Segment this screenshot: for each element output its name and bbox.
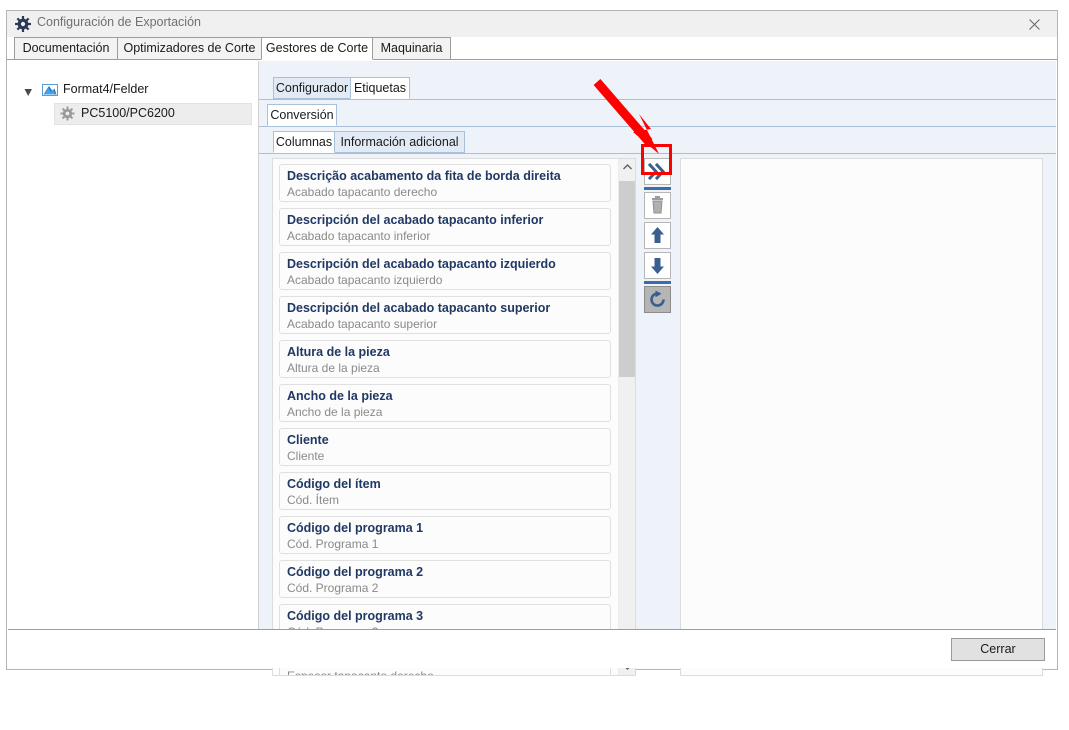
reset-button[interactable] xyxy=(644,286,671,313)
list-item-subtitle: Acabado tapacanto superior xyxy=(287,317,438,331)
list-item-title: Cliente xyxy=(287,433,329,447)
list-item-subtitle: Acabado tapacanto inferior xyxy=(287,229,431,243)
tab-label: Conversión xyxy=(270,108,334,122)
list-item[interactable]: Altura de la pieza Altura de la pieza xyxy=(279,340,611,378)
window-titlebar: Configuración de Exportación xyxy=(7,11,1057,37)
toolbar-separator xyxy=(644,187,671,190)
list-item-title: Descripción del acabado tapacanto izquie… xyxy=(287,257,556,271)
list-item-subtitle: Cliente xyxy=(287,449,325,463)
tree-item-pc5100-pc6200[interactable]: PC5100/PC6200 xyxy=(8,103,258,125)
delete-button[interactable] xyxy=(644,192,671,219)
level2-tab-strip: Conversión xyxy=(259,104,1056,126)
columns-panel: Descrição acabamento da fita de borda di… xyxy=(259,154,1056,676)
level1-tab-strip: Configurador Etiquetas xyxy=(259,77,1056,99)
list-item-title: Descrição acabamento da fita de borda di… xyxy=(287,169,561,183)
list-item-title: Código del programa 3 xyxy=(287,609,424,623)
window-title: Configuración de Exportación xyxy=(37,15,201,29)
level1-separator xyxy=(259,99,1056,100)
list-item-title: Descripción del acabado tapacanto superi… xyxy=(287,301,551,315)
move-down-button[interactable] xyxy=(644,252,671,279)
tab-etiquetas[interactable]: Etiquetas xyxy=(350,77,410,99)
selected-columns-list[interactable] xyxy=(680,158,1043,676)
available-columns-list[interactable]: Descrição acabamento da fita de borda di… xyxy=(272,158,636,676)
list-item-title: Ancho de la pieza xyxy=(287,389,393,403)
close-button[interactable]: Cerrar xyxy=(951,638,1045,661)
list-item[interactable]: Código del programa 1 Cód. Programa 1 xyxy=(279,516,611,554)
list-item[interactable]: Ancho de la pieza Ancho de la pieza xyxy=(279,384,611,422)
list-item-subtitle: Acabado tapacanto derecho xyxy=(287,185,438,199)
tab-label: Documentación xyxy=(22,41,110,55)
move-up-button[interactable] xyxy=(644,222,671,249)
gear-icon xyxy=(60,106,75,124)
chevron-expanded-icon[interactable] xyxy=(24,86,33,100)
content-area: Format4/Felder PC5100/PC6200 Configurado… xyxy=(7,59,1057,676)
list-item[interactable]: Descripción del acabado tapacanto superi… xyxy=(279,296,611,334)
level2-separator xyxy=(259,126,1056,127)
list-item-subtitle: Cód. Ítem xyxy=(287,493,340,507)
list-item[interactable]: Código del programa 2 Cód. Programa 2 xyxy=(279,560,611,598)
scrollbar-thumb[interactable] xyxy=(619,181,635,377)
level3-tab-strip: Columnas Información adicional xyxy=(259,131,1056,153)
toolbar-separator xyxy=(644,281,671,284)
list-item-subtitle: Cód. Programa 2 xyxy=(287,581,379,595)
tab-label: Etiquetas xyxy=(353,81,407,95)
tab-configurador[interactable]: Configurador xyxy=(273,77,351,99)
tab-informacion-adicional[interactable]: Información adicional xyxy=(334,131,465,153)
settings-pane: Configurador Etiquetas Conversión Column… xyxy=(259,61,1056,676)
device-tree: Format4/Felder PC5100/PC6200 xyxy=(8,61,259,629)
add-all-button[interactable] xyxy=(644,158,671,185)
close-icon[interactable] xyxy=(1013,11,1057,37)
tree-item-format4-felder[interactable]: Format4/Felder xyxy=(8,79,258,101)
tab-label: Gestores de Corte xyxy=(265,41,369,55)
tab-gestores-de-corte[interactable]: Gestores de Corte xyxy=(261,37,373,60)
list-item-title: Código del programa 1 xyxy=(287,521,424,535)
tab-label: Optimizadores de Corte xyxy=(123,41,256,55)
tab-columnas[interactable]: Columnas xyxy=(273,131,335,153)
tab-label: Maquinaria xyxy=(380,41,443,55)
tab-maquinaria[interactable]: Maquinaria xyxy=(372,37,451,60)
list-item-subtitle: Ancho de la pieza xyxy=(287,405,383,419)
tab-label: Configurador xyxy=(275,81,349,95)
list-item-title: Altura de la pieza xyxy=(287,345,390,359)
list-item[interactable]: Código del ítem Cód. Ítem xyxy=(279,472,611,510)
list-item-subtitle: Cód. Programa 1 xyxy=(287,537,379,551)
chevron-up-icon[interactable] xyxy=(619,159,635,176)
available-columns-scrollbar[interactable] xyxy=(618,159,635,675)
export-configuration-window: Configuración de Exportación Documentaci… xyxy=(6,10,1058,676)
outer-tab-strip: Documentación Optimizadores de Corte Ges… xyxy=(7,37,1057,60)
list-item-title: Descripción del acabado tapacanto inferi… xyxy=(287,213,544,227)
gear-icon xyxy=(15,16,31,32)
tab-documentacion[interactable]: Documentación xyxy=(14,37,118,60)
tab-label: Columnas xyxy=(275,135,333,149)
list-item-subtitle: Espesor tapacanto derecho xyxy=(287,669,434,676)
list-item-subtitle: Altura de la pieza xyxy=(287,361,380,375)
list-item-title: Código del programa 2 xyxy=(287,565,424,579)
list-item[interactable]: Descripción del acabado tapacanto inferi… xyxy=(279,208,611,246)
tab-conversion[interactable]: Conversión xyxy=(267,104,337,126)
list-item[interactable]: Descrição acabamento da fita de borda di… xyxy=(279,164,611,202)
tab-optimizadores-de-corte[interactable]: Optimizadores de Corte xyxy=(117,37,262,60)
tree-item-label: Format4/Felder xyxy=(63,82,149,96)
tree-item-label: PC5100/PC6200 xyxy=(81,106,175,120)
tab-label: Información adicional xyxy=(340,135,459,149)
format4-felder-icon xyxy=(42,82,58,101)
list-item-subtitle: Acabado tapacanto izquierdo xyxy=(287,273,443,287)
list-item[interactable]: Descripción del acabado tapacanto izquie… xyxy=(279,252,611,290)
list-item[interactable]: Cliente Cliente xyxy=(279,428,611,466)
list-item-title: Código del ítem xyxy=(287,477,381,491)
dialog-footer: Cerrar xyxy=(8,629,1056,668)
